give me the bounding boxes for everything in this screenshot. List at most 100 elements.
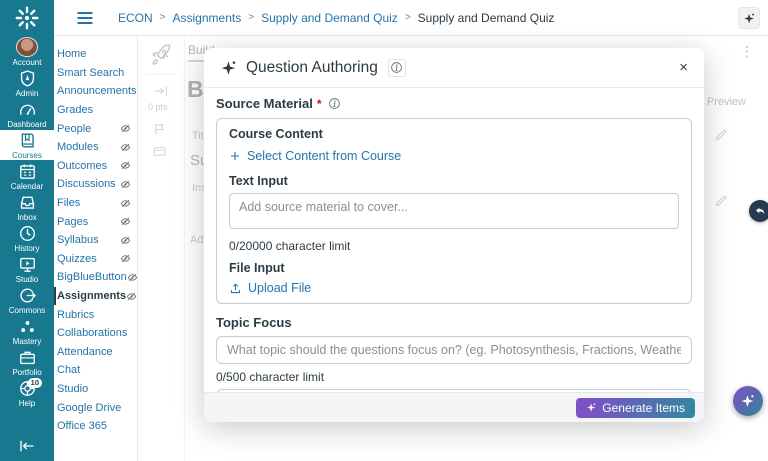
- hidden-eye-icon: [120, 198, 131, 209]
- edit-pencil-icon[interactable]: [714, 128, 728, 142]
- required-asterisk: *: [317, 97, 322, 111]
- gnav-studio[interactable]: Studio: [0, 254, 54, 284]
- hidden-eye-icon: [127, 272, 138, 283]
- global-navigation: Account Admin Dashboard Courses Calendar…: [0, 0, 54, 461]
- select-content-link[interactable]: Select Content from Course: [229, 149, 679, 163]
- top-bar: ECON > Assignments > Supply and Demand Q…: [54, 0, 768, 36]
- instructure-tray-button[interactable]: [749, 200, 768, 222]
- course-navigation: Home Smart Search Announcements Grades P…: [54, 36, 137, 461]
- points-total: 0 pts: [148, 102, 168, 112]
- cnav-google-drive[interactable]: Google Drive: [54, 398, 137, 417]
- shield-icon: [18, 69, 37, 88]
- cnav-modules[interactable]: Modules: [54, 138, 137, 157]
- topic-focus-label: Topic Focus: [216, 315, 292, 330]
- question-authoring-modal: Question Authoring × Source Material * C…: [204, 48, 704, 422]
- gnav-commons[interactable]: Commons: [0, 285, 54, 315]
- cnav-rubrics[interactable]: Rubrics: [54, 305, 137, 324]
- avatar: [16, 37, 38, 57]
- gnav-portfolio[interactable]: Portfolio: [0, 347, 54, 377]
- breadcrumb-course[interactable]: ECON: [118, 11, 153, 25]
- close-icon[interactable]: ×: [679, 60, 688, 75]
- inbox-icon: [18, 193, 37, 212]
- hamburger-menu-icon[interactable]: [75, 8, 95, 28]
- hidden-eye-icon: [120, 253, 131, 264]
- book-icon: [18, 131, 37, 150]
- modal-title: Question Authoring: [246, 59, 378, 77]
- cnav-attendance[interactable]: Attendance: [54, 343, 137, 362]
- hidden-eye-icon: [126, 291, 137, 302]
- collapse-nav-button[interactable]: [0, 437, 54, 455]
- generate-items-button[interactable]: Generate Items: [576, 398, 695, 418]
- cnav-discussions[interactable]: Discussions: [54, 175, 137, 194]
- studio-icon: [18, 255, 37, 274]
- char-limit-500: 0/500 character limit: [216, 370, 692, 384]
- navigate-icon: [153, 83, 169, 99]
- cnav-outcomes[interactable]: Outcomes: [54, 157, 137, 176]
- sparkle-icon: [743, 12, 756, 25]
- hidden-eye-icon: [120, 123, 131, 134]
- ai-assist-button[interactable]: [738, 7, 760, 29]
- collapse-arrow-icon: [18, 437, 36, 455]
- gauge-icon: [18, 100, 37, 119]
- breadcrumb-current: Supply and Demand Quiz: [418, 11, 555, 25]
- topic-focus-input[interactable]: [216, 336, 692, 364]
- briefcase-icon: [18, 348, 37, 367]
- banner-icon: [152, 144, 167, 159]
- cnav-grades[interactable]: Grades: [54, 101, 137, 120]
- gnav-calendar[interactable]: Calendar: [0, 161, 54, 191]
- source-material-textarea[interactable]: [229, 193, 679, 229]
- breadcrumb: ECON > Assignments > Supply and Demand Q…: [118, 11, 554, 25]
- modal-body: Source Material * Course Content Select …: [204, 88, 704, 403]
- cnav-chat[interactable]: Chat: [54, 361, 137, 380]
- kebab-menu-icon[interactable]: ⋮: [740, 43, 754, 60]
- upload-icon: [229, 282, 242, 295]
- breadcrumb-quiz[interactable]: Supply and Demand Quiz: [261, 11, 398, 25]
- gnav-mastery[interactable]: Mastery: [0, 316, 54, 346]
- upload-file-link[interactable]: Upload File: [229, 281, 679, 295]
- cnav-quizzes[interactable]: Quizzes: [54, 250, 137, 269]
- gnav-dashboard[interactable]: Dashboard: [0, 99, 54, 129]
- cnav-home[interactable]: Home: [54, 45, 137, 64]
- flag-icon: [152, 122, 167, 137]
- title-info-icon[interactable]: [388, 59, 406, 77]
- file-input-label: File Input: [229, 261, 679, 275]
- cnav-people[interactable]: People: [54, 119, 137, 138]
- reply-arrow-icon: [754, 205, 766, 217]
- item-rail: 0 pts: [138, 36, 185, 461]
- gnav-courses[interactable]: Courses: [0, 130, 54, 160]
- cnav-bigbluebutton[interactable]: BigBlueButton: [54, 268, 137, 287]
- ai-fab-button[interactable]: [733, 386, 763, 416]
- canvas-logo[interactable]: [0, 0, 54, 36]
- mastery-icon: [18, 317, 37, 336]
- cnav-announcements[interactable]: Announcements: [54, 82, 137, 101]
- gnav-help[interactable]: Help 10: [0, 378, 54, 408]
- cnav-assignments[interactable]: Assignments: [54, 287, 137, 306]
- commons-icon: [18, 286, 37, 305]
- calendar-icon: [18, 162, 37, 181]
- gnav-admin[interactable]: Admin: [0, 68, 54, 98]
- hidden-eye-icon: [120, 160, 131, 171]
- cnav-pages[interactable]: Pages: [54, 212, 137, 231]
- hidden-eye-icon: [120, 216, 131, 227]
- cnav-files[interactable]: Files: [54, 194, 137, 213]
- gnav-account[interactable]: Account: [0, 37, 54, 67]
- rocket-icon: [149, 43, 173, 67]
- hidden-eye-icon: [120, 235, 131, 246]
- breadcrumb-assignments[interactable]: Assignments: [173, 11, 242, 25]
- info-icon[interactable]: [328, 97, 341, 110]
- gnav-inbox[interactable]: Inbox: [0, 192, 54, 222]
- cnav-collaborations[interactable]: Collaborations: [54, 324, 137, 343]
- sparkle-icon: [220, 59, 238, 77]
- modal-footer: Generate Items: [204, 392, 704, 422]
- cnav-office-365[interactable]: Office 365: [54, 417, 137, 436]
- edit-pencil-icon[interactable]: [714, 194, 728, 208]
- source-material-label: Source Material: [216, 96, 313, 111]
- cnav-studio[interactable]: Studio: [54, 380, 137, 399]
- sparkle-icon: [740, 393, 756, 409]
- cnav-syllabus[interactable]: Syllabus: [54, 231, 137, 250]
- divider: [146, 74, 176, 75]
- hidden-eye-icon: [120, 179, 131, 190]
- sparkle-icon: [586, 402, 597, 413]
- gnav-history[interactable]: History: [0, 223, 54, 253]
- cnav-smart-search[interactable]: Smart Search: [54, 64, 137, 83]
